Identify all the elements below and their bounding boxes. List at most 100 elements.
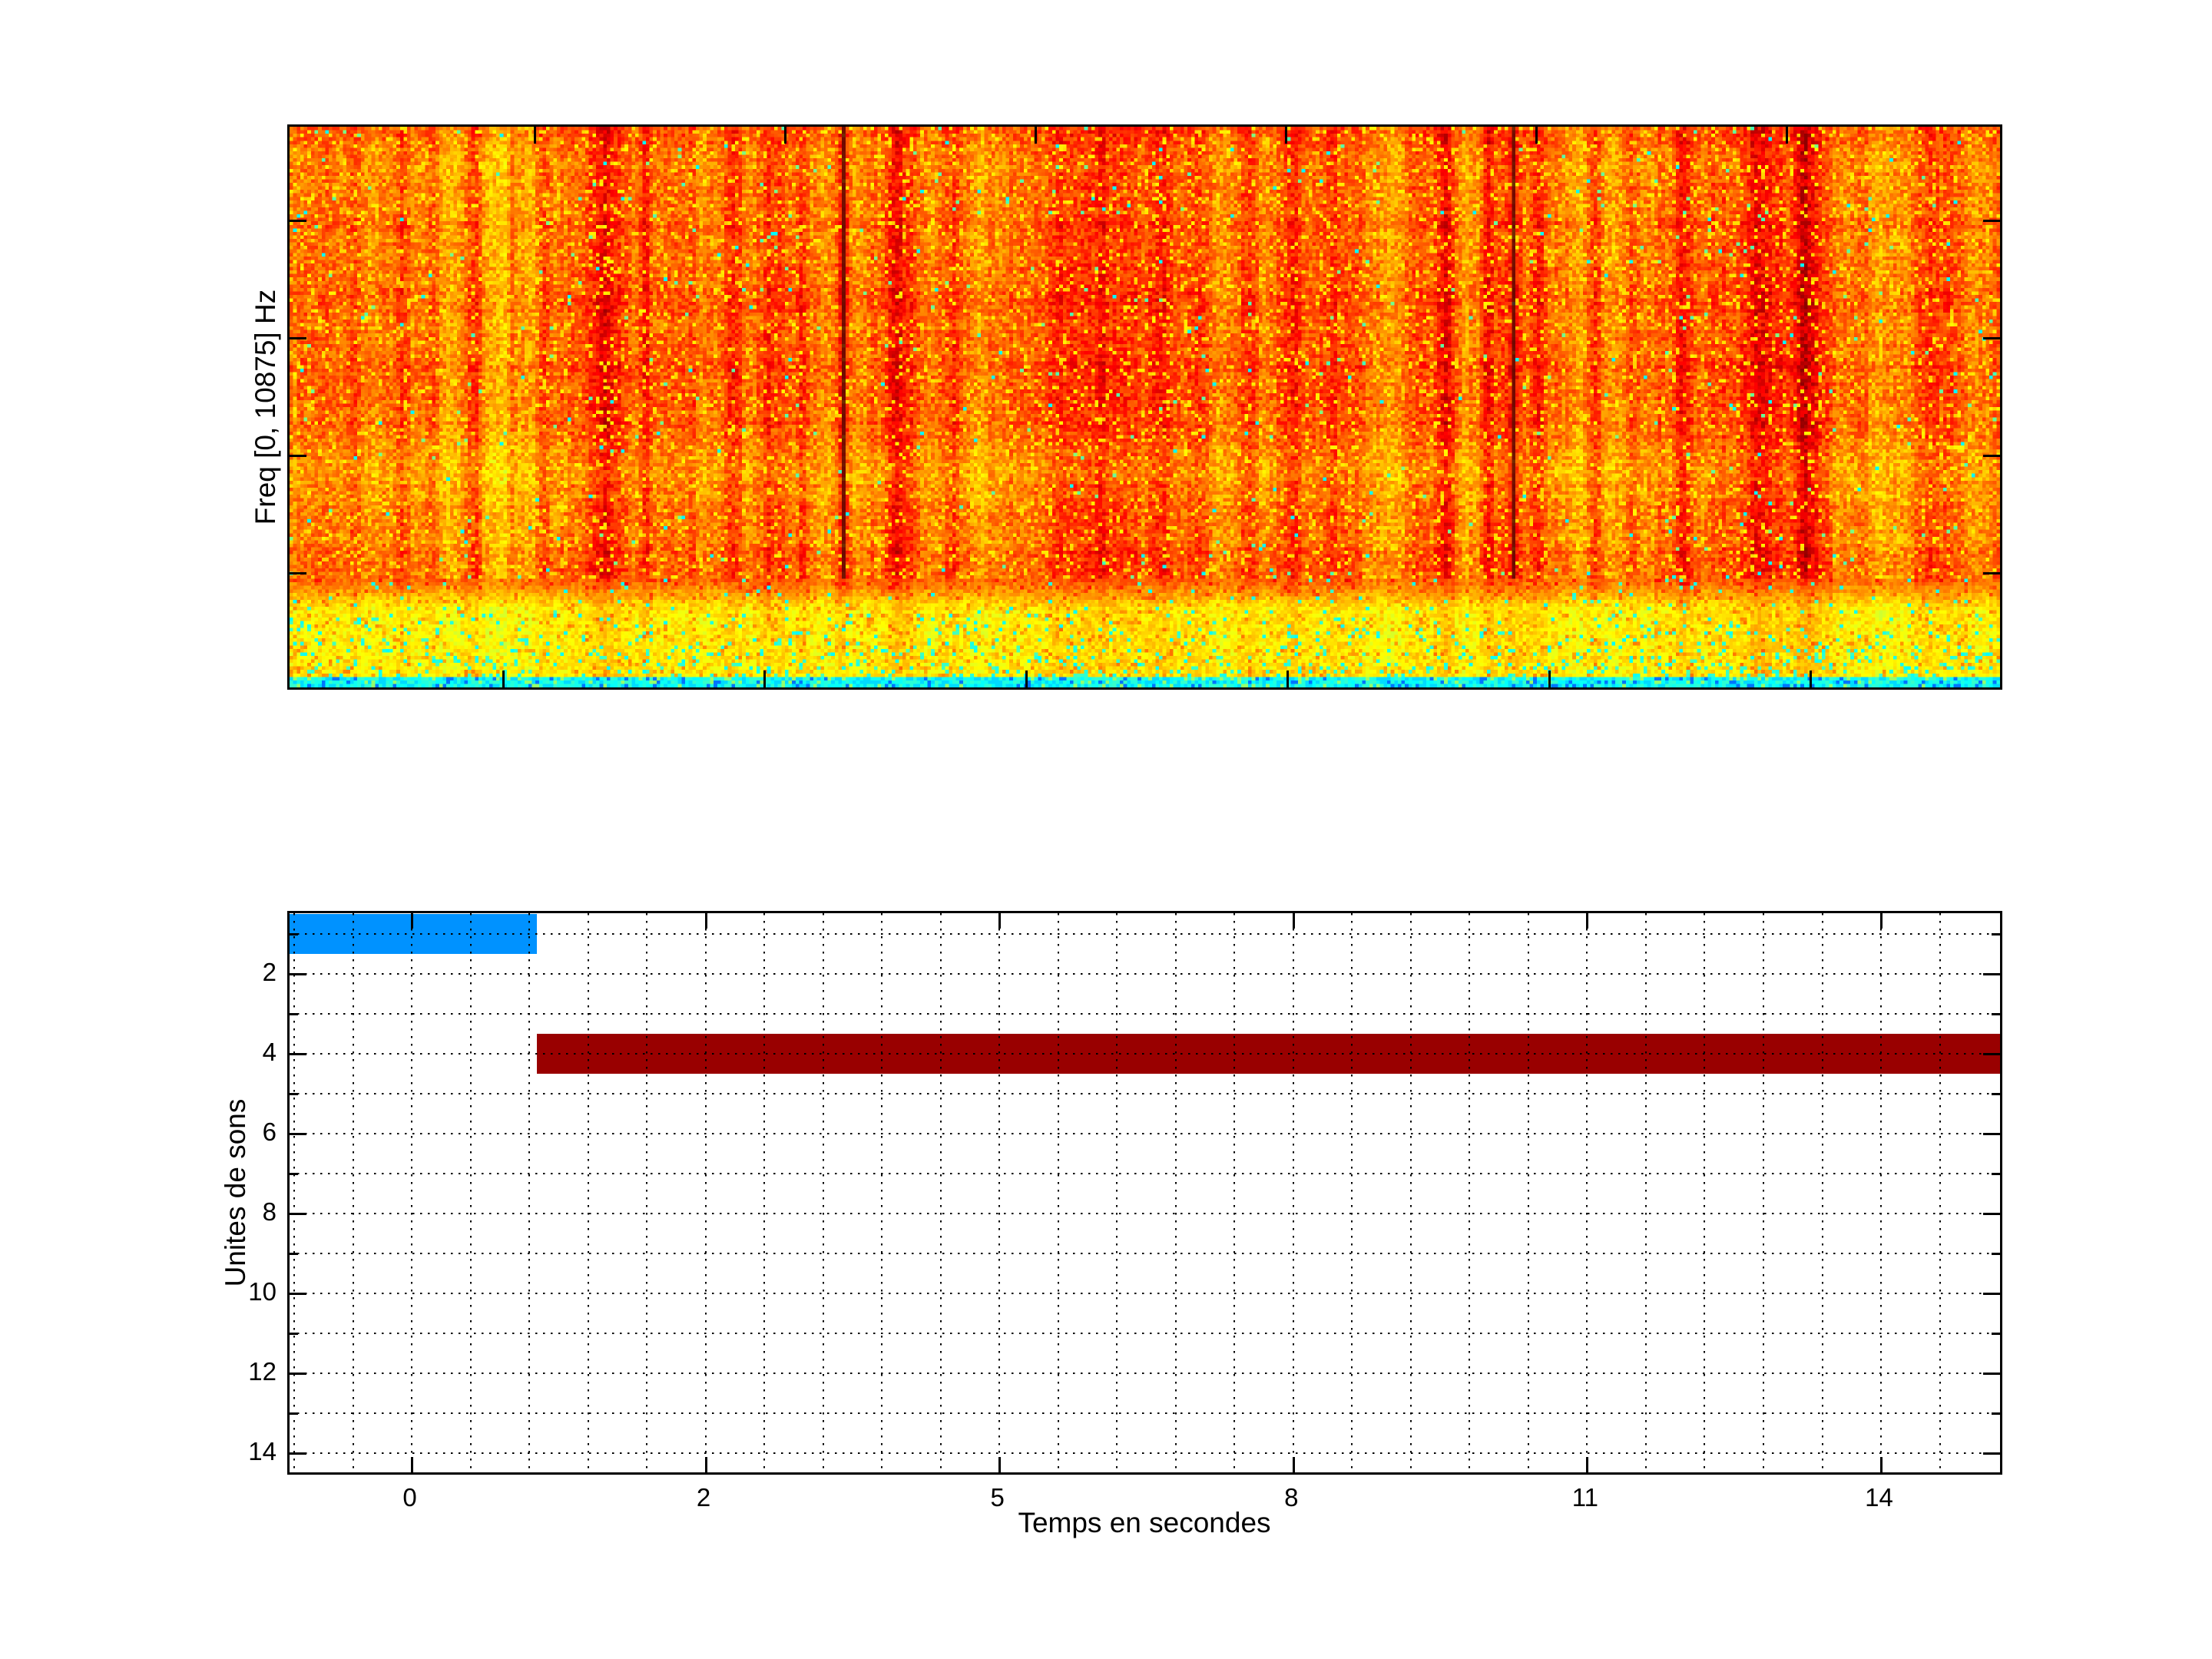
grid-line-vertical xyxy=(1586,913,1588,1472)
x-axis-top-tick xyxy=(1293,913,1295,929)
grid-line-vertical xyxy=(1469,913,1470,1472)
spectrogram-bottom-tick xyxy=(763,671,766,687)
grid-line-vertical xyxy=(1763,913,1764,1472)
spectrogram-axes xyxy=(287,124,2002,690)
x-axis-bottom-tick xyxy=(411,1457,413,1472)
spectrogram-ylabel: Freq [0, 10875] Hz xyxy=(250,290,282,525)
y-tick-label: 10 xyxy=(248,1277,276,1307)
x-axis-top-tick xyxy=(705,913,707,929)
y-axis-left-tick xyxy=(290,1452,306,1455)
y-axis-right-tick xyxy=(1983,1053,2000,1055)
spectrogram-bottom-tick xyxy=(1025,671,1028,687)
spectrogram-top-tick xyxy=(1786,127,1788,144)
spectrogram-left-tick xyxy=(290,337,306,339)
grid-line-vertical xyxy=(588,913,589,1472)
grid-line-vertical xyxy=(705,913,707,1472)
grid-line-vertical xyxy=(1645,913,1647,1472)
y-tick-label: 12 xyxy=(248,1356,276,1387)
grid-line-vertical xyxy=(1939,913,1941,1472)
y-axis-left-tick xyxy=(290,1133,306,1135)
spectrogram-right-tick xyxy=(1983,455,2000,457)
x-tick-label: 11 xyxy=(1572,1482,1598,1513)
y-axis-left-minor-tick xyxy=(290,1173,298,1175)
x-tick-label: 0 xyxy=(402,1482,416,1513)
spectrogram-top-tick xyxy=(784,127,786,144)
matlab-figure: { "figure": { "background": "#FFFFFF", "… xyxy=(0,0,2212,1659)
x-axis-top-tick xyxy=(998,913,1001,929)
y-axis-left-minor-tick xyxy=(290,1253,298,1255)
y-tick-label: 4 xyxy=(263,1037,276,1068)
grid-line-horizontal xyxy=(290,1133,2000,1134)
grid-line-horizontal xyxy=(290,1333,2000,1334)
spectrogram-bottom-tick xyxy=(1286,671,1289,687)
x-tick-label: 2 xyxy=(697,1482,710,1513)
y-axis-left-minor-tick xyxy=(290,1093,298,1095)
grid-line-vertical xyxy=(646,913,647,1472)
spectrogram-right-tick xyxy=(1983,337,2000,339)
x-axis-bottom-tick xyxy=(1293,1457,1295,1472)
y-axis-left-tick xyxy=(290,1213,306,1215)
grid-line-horizontal xyxy=(290,1452,2000,1454)
x-axis-bottom-tick xyxy=(705,1457,707,1472)
grid-line-vertical xyxy=(881,913,882,1472)
grid-line-horizontal xyxy=(290,1412,2000,1414)
grid-line-vertical xyxy=(411,913,412,1472)
x-axis-bottom-tick xyxy=(998,1457,1001,1472)
y-axis-right-tick xyxy=(1983,1133,2000,1135)
grid-line-horizontal xyxy=(290,1373,2000,1374)
x-axis-bottom-tick xyxy=(1880,1457,1883,1472)
spectrogram-bottom-tick xyxy=(1810,671,1812,687)
grid-line-horizontal xyxy=(290,1253,2000,1254)
grid-line-vertical xyxy=(353,913,354,1472)
grid-line-horizontal xyxy=(290,1053,2000,1055)
spectrogram-left-tick xyxy=(290,455,306,457)
y-axis-right-minor-tick xyxy=(1992,1253,2000,1255)
y-axis-right-minor-tick xyxy=(1992,1173,2000,1175)
spectrogram-left-tick xyxy=(290,220,306,222)
y-axis-left-tick xyxy=(290,1373,306,1375)
spectrogram-right-tick xyxy=(1983,572,2000,575)
y-axis-left-tick xyxy=(290,1293,306,1295)
y-axis-right-tick xyxy=(1983,1213,2000,1215)
y-axis-right-minor-tick xyxy=(1992,1333,2000,1335)
spectrogram-top-tick xyxy=(1035,127,1037,144)
x-axis-top-tick xyxy=(411,913,413,929)
grid-line-vertical xyxy=(1058,913,1059,1472)
y-axis-left-tick xyxy=(290,973,306,975)
grid-line-horizontal xyxy=(290,1213,2000,1214)
y-axis-right-tick xyxy=(1983,1293,2000,1295)
timeline-xlabel: Temps en secondes xyxy=(1018,1507,1270,1539)
grid-line-vertical xyxy=(528,913,530,1472)
grid-line-horizontal xyxy=(290,1173,2000,1174)
grid-line-vertical xyxy=(823,913,824,1472)
grid-line-vertical xyxy=(1704,913,1705,1472)
grid-line-vertical xyxy=(1410,913,1412,1472)
spectrogram-left-tick xyxy=(290,572,306,575)
y-axis-left-minor-tick xyxy=(290,1013,298,1015)
spectrogram-top-tick xyxy=(1535,127,1538,144)
grid-line-vertical xyxy=(1175,913,1177,1472)
spectrogram-right-tick xyxy=(1983,220,2000,222)
grid-line-vertical xyxy=(763,913,765,1472)
grid-line-vertical xyxy=(1880,913,1882,1472)
timeline-ylabel: Unites de sons xyxy=(220,1099,252,1287)
grid-line-vertical xyxy=(1293,913,1294,1472)
grid-line-vertical xyxy=(1528,913,1529,1472)
y-tick-label: 14 xyxy=(248,1436,276,1467)
y-axis-right-minor-tick xyxy=(1992,1093,2000,1095)
y-tick-label: 2 xyxy=(263,957,276,988)
spectrogram-bottom-tick xyxy=(1548,671,1551,687)
grid-line-horizontal xyxy=(290,1013,2000,1015)
grid-line-vertical xyxy=(998,913,1000,1472)
x-axis-top-tick xyxy=(1586,913,1588,929)
y-axis-left-minor-tick xyxy=(290,1333,298,1335)
grid-line-vertical xyxy=(293,913,295,1472)
x-tick-label: 5 xyxy=(991,1482,1005,1513)
spectrogram-top-tick xyxy=(534,127,536,144)
y-axis-left-minor-tick xyxy=(290,933,298,935)
y-axis-left-tick xyxy=(290,1053,306,1055)
grid-line-horizontal xyxy=(290,933,2000,935)
grid-line-vertical xyxy=(1233,913,1235,1472)
y-axis-right-tick xyxy=(1983,1452,2000,1455)
x-tick-label: 8 xyxy=(1284,1482,1298,1513)
